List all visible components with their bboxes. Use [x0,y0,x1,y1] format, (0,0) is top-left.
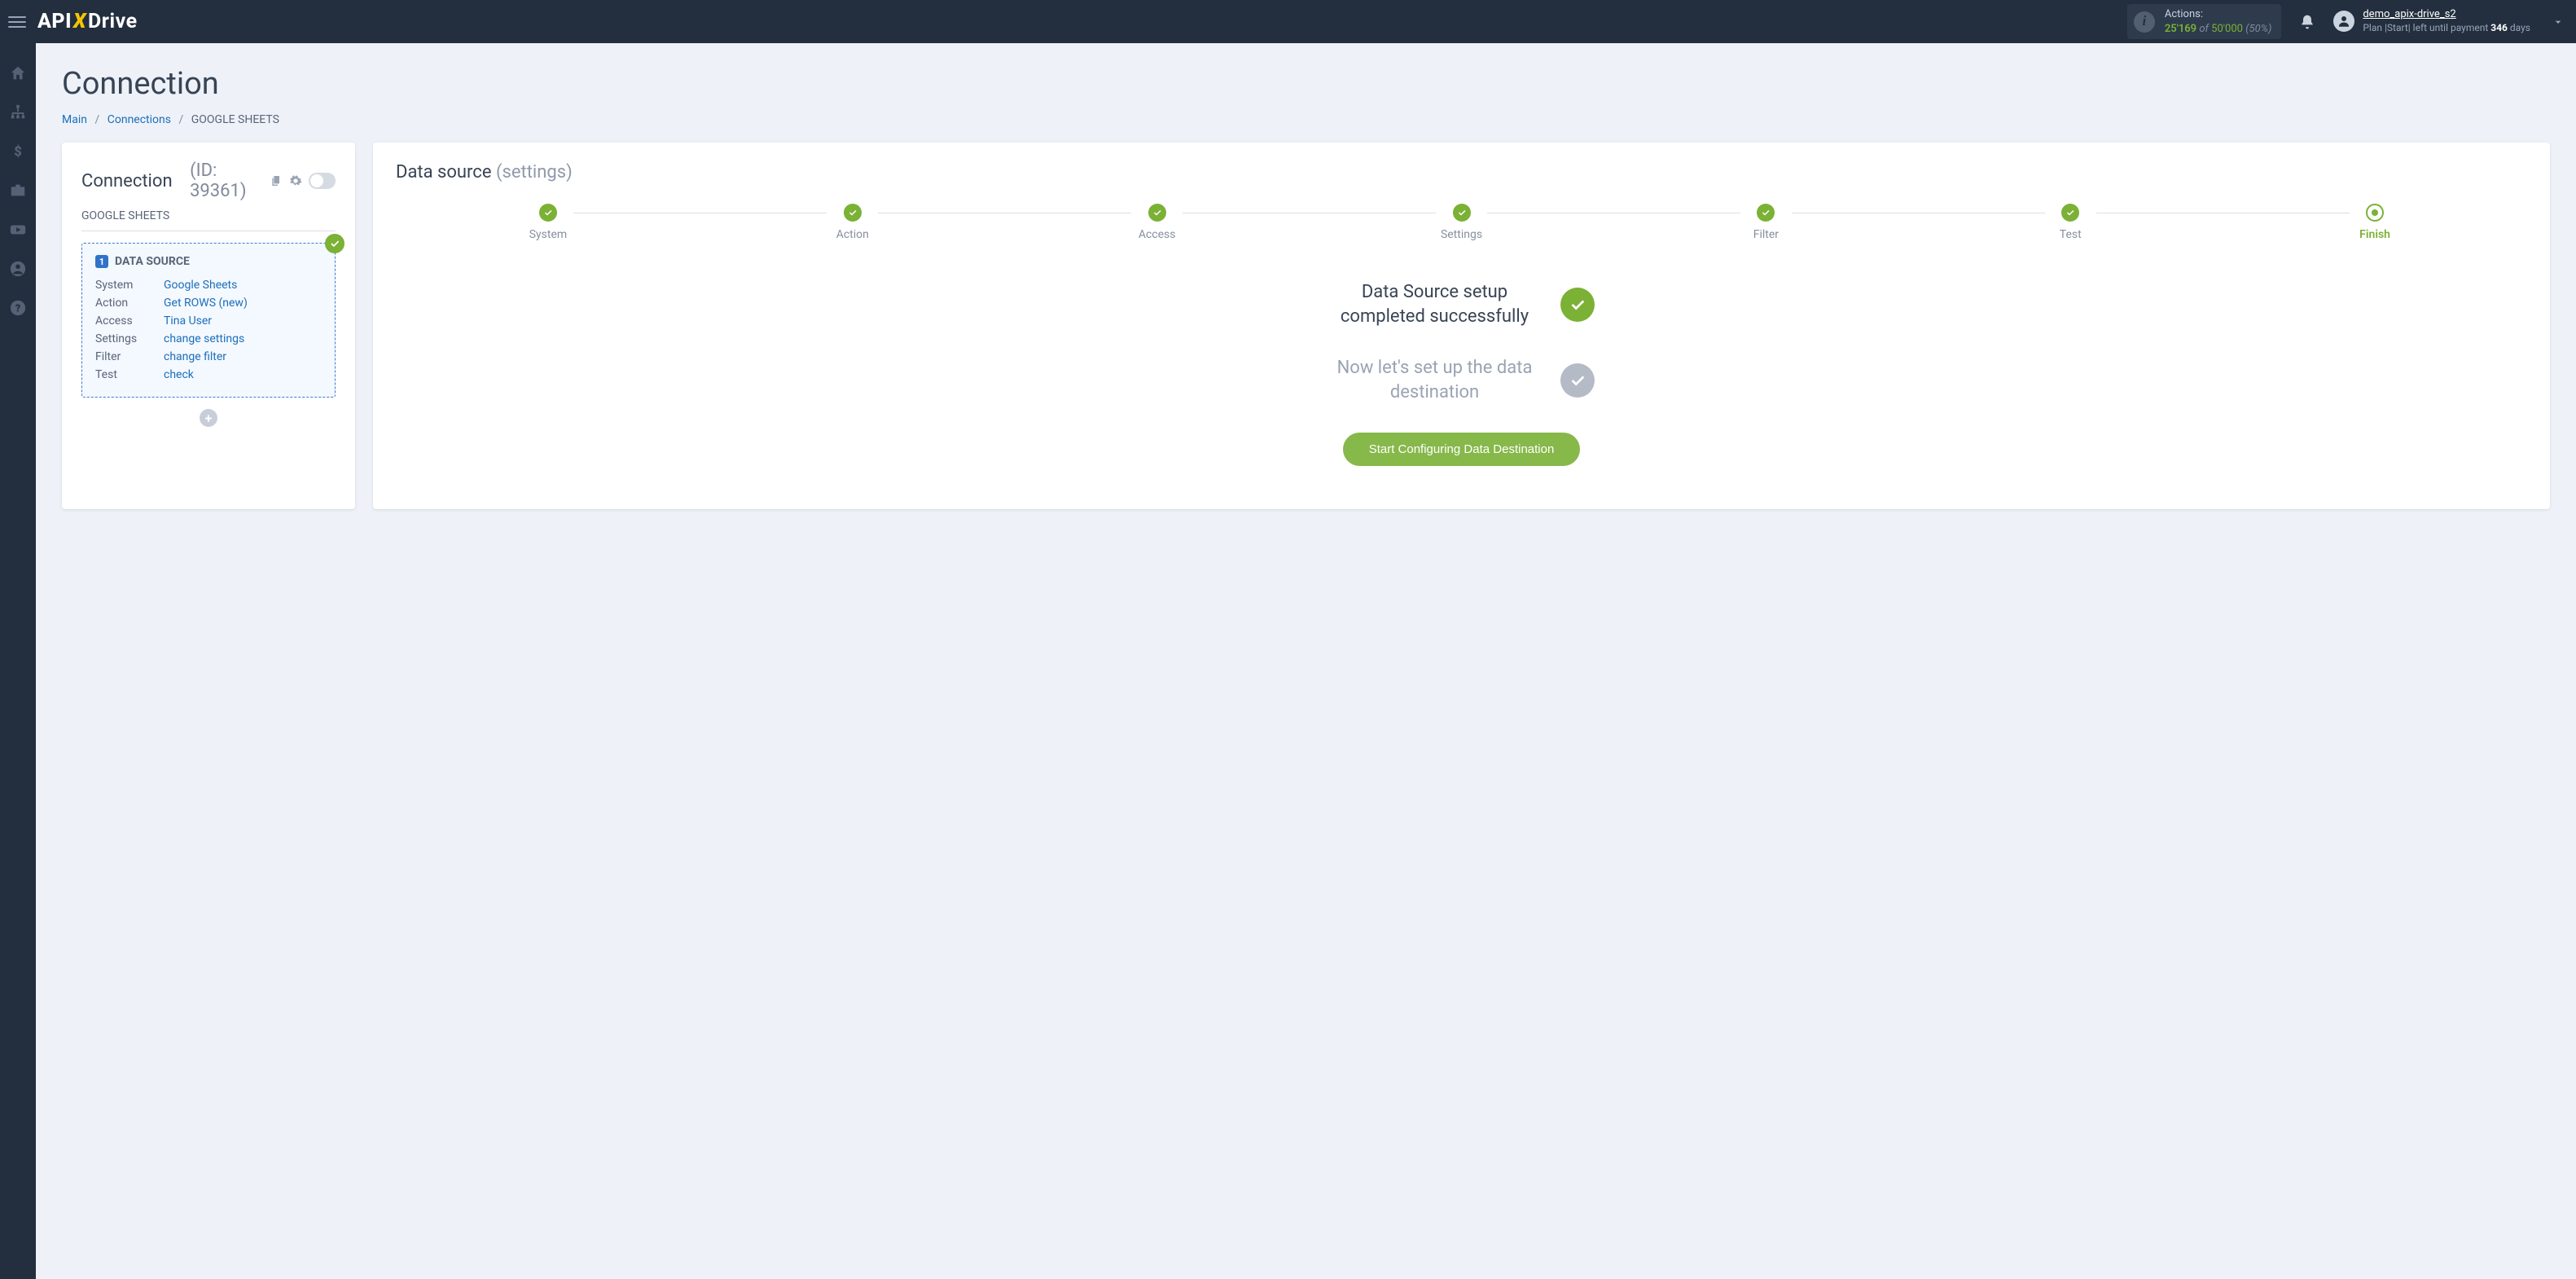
data-source-settings-card: Data source (settings) SystemActionAcces… [373,143,2550,509]
actions-of: of [2199,23,2209,35]
step-label: Action [700,228,1005,241]
connection-summary-card: Connection (ID: 39361) GOOGLE SHEETS 1 D… [62,143,355,509]
box-title: DATA SOURCE [115,255,190,268]
success-check-icon [1560,288,1595,322]
pending-check-icon [1560,363,1595,398]
crumb-main[interactable]: Main [62,113,87,126]
step-done-icon [2061,204,2079,222]
row-settings-k: Settings [95,330,164,348]
step-done-icon [1453,204,1471,222]
row-filter-v[interactable]: change filter [164,350,226,363]
step-filter[interactable]: Filter [1613,204,1918,241]
nav-billing-icon[interactable]: $ [9,143,27,160]
row-access-v[interactable]: Tina User [164,314,212,327]
row-filter-k: Filter [95,348,164,366]
menu-toggle[interactable] [8,13,26,31]
success-message: Data Source setup completed successfully [1329,280,1541,328]
step-done-icon [844,204,862,222]
copy-icon[interactable] [270,174,283,187]
step-label: Filter [1613,228,1918,241]
plan-prefix: Plan |Start| left until payment [2363,22,2490,33]
step-finish[interactable]: Finish [2223,204,2527,241]
step-settings[interactable]: Settings [1310,204,1614,241]
actions-pct: (50%) [2245,23,2271,35]
row-action-v[interactable]: Get ROWS (new) [164,297,248,310]
row-system-v[interactable]: Google Sheets [164,279,237,292]
connection-toggle[interactable] [309,173,336,189]
chevron-down-icon[interactable] [2552,15,2565,29]
nav-briefcase-icon[interactable] [9,182,27,200]
avatar-icon [2333,11,2354,32]
info-icon: i [2134,11,2155,33]
crumb-current: GOOGLE SHEETS [191,113,279,126]
connection-subtitle: GOOGLE SHEETS [81,209,336,231]
row-action-k: Action [95,294,164,312]
actions-used: 25'169 [2165,23,2196,35]
nav-video-icon[interactable] [9,221,27,239]
topbar: APIXDrive i Actions: 25'169 of 50'000 (5… [0,0,2576,43]
row-system-k: System [95,276,164,294]
logo-text-x: X [73,10,86,33]
logo-text-api: API [37,10,72,33]
right-heading: Data source (settings) [396,162,2527,182]
stepper: SystemActionAccessSettingsFilterTestFini… [396,204,2527,241]
step-system[interactable]: System [396,204,700,241]
step-action[interactable]: Action [700,204,1005,241]
box-number: 1 [95,255,108,268]
step-done-icon [1757,204,1775,222]
connection-id: (ID: 39361) [190,160,263,201]
side-rail: $ ? [0,43,36,1279]
step-label: Finish [2223,228,2527,241]
user-menu[interactable]: demo_apix-drive_s2 Plan |Start| left unt… [2333,8,2530,34]
actions-counter[interactable]: i Actions: 25'169 of 50'000 (50%) [2127,4,2282,39]
step-label: Settings [1310,228,1614,241]
nav-account-icon[interactable] [9,260,27,278]
row-test-v[interactable]: check [164,368,194,381]
add-destination-button[interactable]: + [200,409,217,427]
step-label: Test [1918,228,2223,241]
plan-days: 346 [2490,22,2508,33]
step-current-icon [2366,204,2384,222]
notifications-icon[interactable] [2299,14,2315,30]
step-test[interactable]: Test [1918,204,2223,241]
row-access-k: Access [95,312,164,330]
svg-text:?: ? [15,303,21,315]
right-heading-text: Data source [396,162,492,182]
step-access[interactable]: Access [1005,204,1310,241]
start-configuring-button[interactable]: Start Configuring Data Destination [1343,433,1581,466]
svg-text:$: $ [14,145,22,160]
check-icon [325,234,344,253]
logo[interactable]: APIXDrive [37,10,138,33]
content: Connection Main / Connections / GOOGLE S… [36,43,2576,1279]
step-label: System [396,228,700,241]
connection-heading-text: Connection [81,171,173,191]
step-done-icon [1148,204,1166,222]
user-name: demo_apix-drive_s2 [2363,8,2530,22]
data-source-box[interactable]: 1 DATA SOURCE SystemGoogle Sheets Action… [81,243,336,398]
actions-label: Actions: [2165,7,2272,22]
right-heading-muted: (settings) [496,162,573,182]
user-plan: Plan |Start| left until payment 346 days [2363,22,2530,35]
plan-suffix: days [2508,22,2530,33]
gear-icon[interactable] [289,174,302,187]
logo-text-drive: Drive [88,10,138,33]
next-step-message: Now let's set up the data destination [1329,356,1541,404]
breadcrumb: Main / Connections / GOOGLE SHEETS [62,113,2550,126]
nav-help-icon[interactable]: ? [9,299,27,317]
page-title: Connection [62,66,2550,102]
nav-home-icon[interactable] [9,64,27,82]
step-done-icon [539,204,557,222]
connection-heading: Connection (ID: 39361) [81,160,336,201]
crumb-connections[interactable]: Connections [108,113,171,126]
actions-total: 50'000 [2211,23,2243,35]
nav-connections-icon[interactable] [9,103,27,121]
row-settings-v[interactable]: change settings [164,332,244,345]
row-test-k: Test [95,366,164,384]
step-label: Access [1005,228,1310,241]
